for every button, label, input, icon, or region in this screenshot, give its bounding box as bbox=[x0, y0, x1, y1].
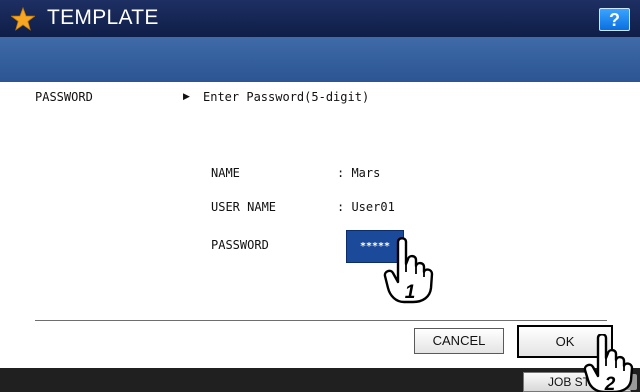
page-title: TEMPLATE bbox=[47, 6, 159, 29]
step-1-label: 1 bbox=[405, 282, 416, 303]
name-value: : Mars bbox=[337, 166, 381, 180]
star-icon bbox=[11, 7, 35, 31]
header-band bbox=[0, 37, 640, 82]
instruction-text: Enter Password(5-digit) bbox=[203, 90, 370, 104]
triangle-right-icon: ▶ bbox=[183, 91, 190, 101]
pointing-hand-icon: 1 bbox=[383, 237, 434, 304]
password-label: PASSWORD bbox=[211, 238, 269, 252]
title-bar: TEMPLATE ? bbox=[0, 0, 640, 37]
cancel-button[interactable]: CANCEL bbox=[414, 328, 504, 354]
name-label: NAME bbox=[211, 166, 240, 180]
field-label: PASSWORD bbox=[35, 90, 93, 104]
help-button[interactable]: ? bbox=[599, 8, 630, 31]
divider bbox=[35, 320, 607, 321]
step-2-label: 2 bbox=[604, 374, 616, 392]
user-name-value: : User01 bbox=[337, 200, 395, 214]
pointing-hand-icon: 2 bbox=[583, 334, 634, 392]
user-name-label: USER NAME bbox=[211, 200, 277, 214]
